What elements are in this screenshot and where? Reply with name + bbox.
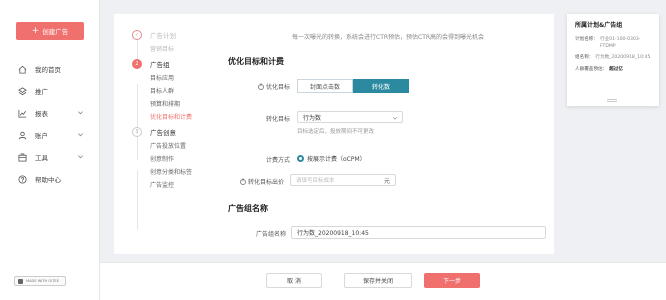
- sidebar-item-label: 推广: [35, 88, 48, 96]
- chevron-down-icon: [392, 115, 398, 121]
- step-sub-item-active[interactable]: 优化目标和计费: [132, 110, 212, 123]
- action-bar: 取 消 保存并关闭 下一步: [100, 262, 666, 300]
- step-ad-plan[interactable]: ✓ 广告计划: [132, 28, 212, 42]
- step-sub-item[interactable]: 预算和排期: [132, 97, 212, 110]
- sidebar-item-reports[interactable]: 报表: [0, 102, 100, 124]
- step-title: 广告组: [150, 61, 170, 69]
- step-navigation: ✓ 广告计划 营销目标 2 广告组 目标应用 目标人群 预算和排期 优化目标和计…: [132, 28, 212, 230]
- conv-target-value: 行为数: [303, 114, 322, 122]
- step-sub-item[interactable]: 创意分类和标签: [132, 165, 212, 178]
- step-ad-group[interactable]: 2 广告组: [132, 57, 212, 71]
- sidebar-item-account[interactable]: 账户: [0, 124, 100, 146]
- section-title-optimization: 优化目标和计费: [228, 57, 284, 66]
- left-sidebar: + 创建广告 我的首页 推广 报表 账户 工具 帮助中心 MADE WITH G…: [0, 0, 100, 300]
- question-icon: ?: [257, 83, 264, 90]
- gitee-badge[interactable]: MADE WITH GITEE: [14, 276, 66, 286]
- panel-title: 所属计划&广告组: [575, 22, 623, 29]
- conv-target-help: 目标选定后，投放期间不可更改: [297, 129, 375, 135]
- panel-group-name: 组名称： 行为数_20200918_10:45: [575, 55, 651, 62]
- layers-icon: [18, 86, 27, 95]
- billing-label: 计费方式: [265, 157, 290, 164]
- ctr-hint-text: 每一次曝光的转换，系统会进行CTR预估，预估CTR高的会得到曝光机会: [292, 34, 485, 41]
- step-sub-item[interactable]: 目标人群: [132, 84, 212, 97]
- chart-icon: [18, 109, 27, 118]
- bid-label-text: 转化目标出价: [247, 179, 284, 186]
- billing-value: 按展示计费（oCPM）: [307, 156, 366, 163]
- step-ad-creative[interactable]: 3 广告创意: [132, 125, 212, 139]
- sidebar-item-help[interactable]: 帮助中心: [0, 168, 100, 190]
- chevron-down-icon: [77, 131, 84, 138]
- panel-plan-name-value: 行业01-100-0303-FTDMP: [599, 37, 641, 49]
- group-name-input[interactable]: 行为数_20200918_10:45: [291, 226, 546, 239]
- sidebar-item-label: 报表: [35, 110, 48, 118]
- sidebar-item-label: 工具: [35, 154, 48, 162]
- step-number: 2: [132, 59, 142, 69]
- opt-cover-clicks-button[interactable]: 封面点击数: [297, 79, 353, 93]
- step-sub-item[interactable]: 广告监控: [132, 178, 212, 191]
- next-step-button[interactable]: 下一步: [424, 273, 480, 288]
- conv-target-select[interactable]: 行为数: [297, 111, 403, 123]
- panel-audience-label: 人群覆盖预估：: [575, 66, 608, 72]
- bid-label: ? 转化目标出价: [214, 177, 284, 186]
- step-sub-item[interactable]: 创意制作: [132, 152, 212, 165]
- toolbox-icon: [18, 152, 27, 162]
- opt-target-label-text: 优化目标: [265, 84, 290, 91]
- bid-unit: 元: [383, 177, 390, 185]
- cancel-button[interactable]: 取 消: [266, 273, 322, 288]
- sidebar-item-home[interactable]: 我的首页: [0, 58, 100, 80]
- group-name-label: 广告组名称: [255, 231, 286, 238]
- plan-summary-panel: 所属计划&广告组 计划名称： 行业01-100-0303-FTDMP 组名称： …: [567, 14, 659, 106]
- panel-plan-name: 计划名称： 行业01-100-0303-FTDMP: [575, 37, 651, 50]
- help-icon: [18, 174, 27, 184]
- sidebar-item-label: 账户: [35, 132, 48, 140]
- step-connector: [136, 84, 138, 160]
- save-close-button[interactable]: 保存并关闭: [344, 273, 412, 288]
- plus-icon: +: [31, 25, 40, 36]
- billing-ocpm-radio[interactable]: 按展示计费（oCPM）: [297, 154, 366, 163]
- sidebar-item-tools[interactable]: 工具: [0, 146, 100, 168]
- step-connector: [136, 170, 138, 230]
- group-name-value: 行为数_20200918_10:45: [297, 230, 369, 237]
- sidebar-item-promotion[interactable]: 推广: [0, 80, 100, 102]
- check-icon: ✓: [132, 30, 142, 40]
- panel-group-name-label: 组名称：: [575, 55, 594, 60]
- opt-conversions-button[interactable]: 转化数: [353, 79, 409, 93]
- bid-input[interactable]: 请填写目标成本 元: [290, 174, 396, 186]
- gitee-badge-label: MADE WITH GITEE: [26, 279, 59, 283]
- step-title: 广告计划: [150, 32, 176, 40]
- radio-selected-icon: [297, 155, 304, 162]
- step-sub-item[interactable]: 广告投放位置: [132, 139, 212, 152]
- step-title: 广告创意: [150, 129, 176, 137]
- sidebar-item-label: 我的首页: [35, 66, 61, 74]
- panel-audience-value: 超过亿: [609, 66, 623, 72]
- step-sub-item[interactable]: 营销目标: [132, 42, 212, 55]
- chevron-down-icon: [77, 153, 84, 160]
- bid-placeholder: 请填写目标成本: [296, 178, 335, 184]
- panel-group-name-value: 行为数_20200918_10:45: [595, 55, 651, 60]
- ad-form-card: ✓ 广告计划 营销目标 2 广告组 目标应用 目标人群 预算和排期 优化目标和计…: [114, 14, 554, 254]
- question-icon: ?: [239, 178, 246, 185]
- user-icon: [18, 131, 27, 139]
- panel-audience-estimate: 人群覆盖预估： 超过亿: [575, 67, 651, 74]
- sidebar-item-label: 帮助中心: [35, 176, 61, 184]
- chevron-down-icon: [77, 109, 84, 116]
- conv-target-label: 转化目标: [265, 116, 290, 123]
- panel-plan-name-label: 计划名称：: [575, 37, 598, 42]
- drag-handle-icon[interactable]: [607, 99, 617, 102]
- gitee-logo-icon: [18, 278, 23, 284]
- step-sub-item[interactable]: 目标应用: [132, 71, 212, 84]
- section-title-group-name: 广告组名称: [228, 204, 268, 213]
- opt-target-segmented: 封面点击数 转化数: [297, 79, 409, 93]
- create-ad-button[interactable]: + 创建广告: [16, 22, 84, 40]
- sidebar-nav: 我的首页 推广 报表 账户 工具 帮助中心: [0, 58, 100, 190]
- create-ad-label: 创建广告: [42, 28, 69, 36]
- opt-target-label: ? 优化目标: [220, 82, 290, 91]
- step-number: 3: [132, 127, 142, 137]
- home-icon: [18, 65, 27, 74]
